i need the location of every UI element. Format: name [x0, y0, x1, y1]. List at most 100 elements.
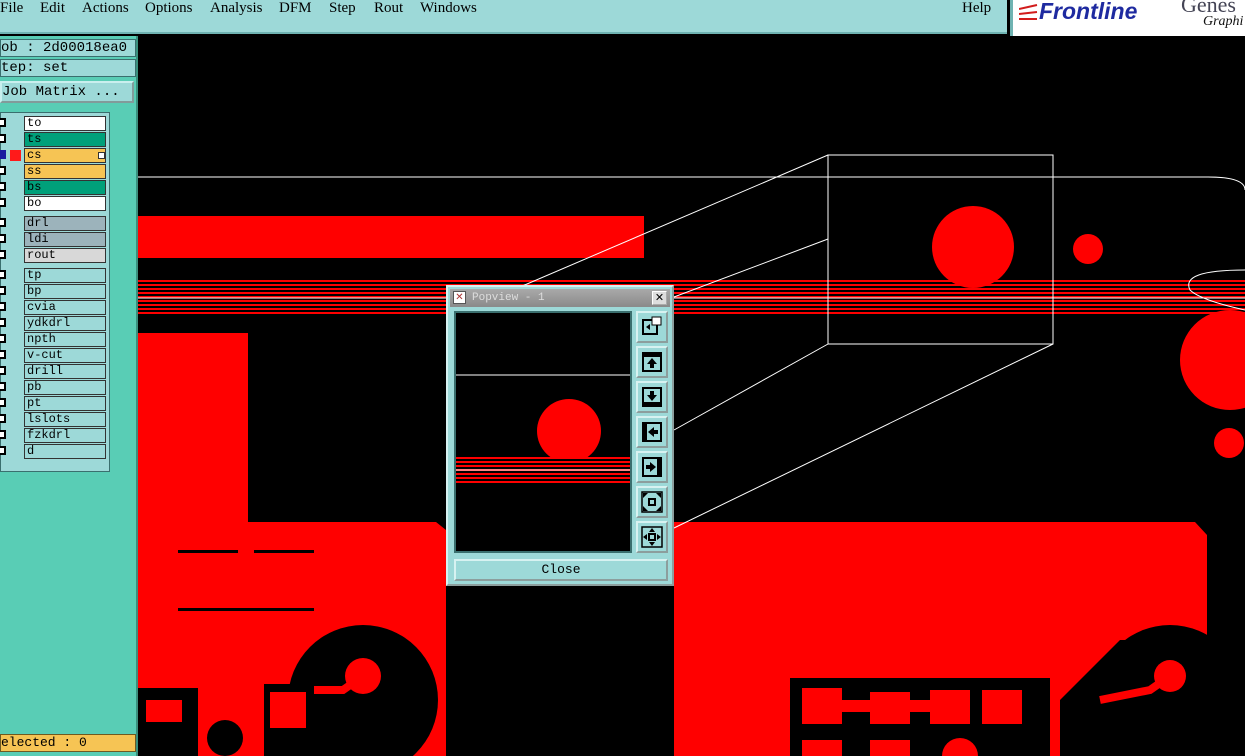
layer-row-pt[interactable]: pt: [0, 396, 109, 411]
layer-checkbox[interactable]: [0, 302, 6, 311]
layer-checkbox[interactable]: [0, 150, 6, 159]
close-icon[interactable]: ✕: [652, 291, 667, 305]
layer-row-lslots[interactable]: lslots: [0, 412, 109, 427]
hatched-trace: [138, 280, 1245, 314]
popview-canvas[interactable]: [454, 311, 632, 553]
layer-checkbox[interactable]: [0, 182, 6, 191]
layer-row-bp[interactable]: bp: [0, 284, 109, 299]
menu-help[interactable]: Help: [962, 0, 991, 16]
layer-checkbox[interactable]: [0, 234, 6, 243]
close-button[interactable]: Close: [454, 559, 668, 581]
menu-analysis[interactable]: Analysis: [210, 0, 263, 16]
move-left-button[interactable]: [636, 416, 668, 448]
layer-checkbox[interactable]: [0, 318, 6, 327]
layer-options-icon[interactable]: [98, 152, 105, 159]
step-field: tep: set: [0, 59, 136, 77]
layer-checkbox[interactable]: [0, 446, 6, 455]
layer-row-to[interactable]: to: [0, 116, 109, 131]
layer-list: to ts cs ss bs bo drl ldi rout tp bp cvia ydkdrl npth…: [0, 112, 110, 472]
layer-row-npth[interactable]: npth: [0, 332, 109, 347]
pad-small: [1073, 234, 1103, 264]
layer-row-pb[interactable]: pb: [0, 380, 109, 395]
active-layer-marker: [10, 150, 21, 161]
layer-row-d[interactable]: d: [0, 444, 109, 459]
layer-checkbox[interactable]: [0, 366, 6, 375]
layer-name: cvia: [24, 300, 106, 315]
layer-name: to: [24, 116, 106, 131]
layer-row-rout[interactable]: rout: [0, 248, 109, 263]
layer-row-ss[interactable]: ss: [0, 164, 109, 179]
layer-name: bp: [24, 284, 106, 299]
layer-row-drl[interactable]: drl: [0, 216, 109, 231]
layer-checkbox[interactable]: [0, 198, 6, 207]
layer-checkbox[interactable]: [0, 134, 6, 143]
layer-checkbox[interactable]: [0, 430, 6, 439]
layer-row-bo[interactable]: bo: [0, 196, 109, 211]
layer-name: drl: [24, 216, 106, 231]
menu-rout[interactable]: Rout: [374, 0, 403, 16]
layer-row-fzkdrl[interactable]: fzkdrl: [0, 428, 109, 443]
pad-large: [932, 206, 1014, 288]
menu-actions[interactable]: Actions: [82, 0, 129, 16]
layer-checkbox[interactable]: [0, 350, 6, 359]
menu-file[interactable]: File: [0, 0, 23, 16]
layer-name: cs: [24, 148, 106, 163]
layer-name: v-cut: [24, 348, 106, 363]
layer-name: ts: [24, 132, 106, 147]
layer-name: rout: [24, 248, 106, 263]
layer-name: pt: [24, 396, 106, 411]
menu-windows[interactable]: Windows: [420, 0, 477, 16]
menu-dfm[interactable]: DFM: [279, 0, 312, 16]
popview-title: Popview - 1: [472, 292, 545, 304]
layer-name: pb: [24, 380, 106, 395]
layer-name: npth: [24, 332, 106, 347]
layer-row-tp[interactable]: tp: [0, 268, 109, 283]
layer-row-cs[interactable]: cs: [0, 148, 109, 163]
layer-checkbox[interactable]: [0, 382, 6, 391]
layer-checkbox[interactable]: [0, 270, 6, 279]
layer-name: tp: [24, 268, 106, 283]
layer-row-ydkdrl[interactable]: ydkdrl: [0, 316, 109, 331]
zoom-home-button[interactable]: [636, 311, 668, 343]
layer-checkbox[interactable]: [0, 250, 6, 259]
copper-top-bar: [138, 216, 644, 258]
graphics-canvas[interactable]: [138, 36, 1245, 756]
layer-name: d: [24, 444, 106, 459]
zoom-out-button[interactable]: [636, 486, 668, 518]
layer-checkbox[interactable]: [0, 166, 6, 175]
layer-checkbox[interactable]: [0, 286, 6, 295]
layer-row-bs[interactable]: bs: [0, 180, 109, 195]
window-menu-icon[interactable]: ✕: [453, 291, 466, 304]
brand-logo-text: Frontline: [1039, 0, 1138, 24]
layer-name: ldi: [24, 232, 106, 247]
selected-count: elected : 0: [0, 734, 136, 752]
menu-step[interactable]: Step: [329, 0, 356, 16]
zoom-in-button[interactable]: [636, 521, 668, 553]
zoom-home-icon: [642, 316, 662, 335]
layer-checkbox[interactable]: [0, 398, 6, 407]
move-left-icon: [642, 422, 662, 442]
move-up-button[interactable]: [636, 346, 668, 378]
layer-name: ss: [24, 164, 106, 179]
layer-row-v-cut[interactable]: v-cut: [0, 348, 109, 363]
move-right-button[interactable]: [636, 451, 668, 483]
layer-checkbox[interactable]: [0, 334, 6, 343]
menu-options[interactable]: Options: [145, 0, 193, 16]
brand-graphics: Graphi: [1203, 14, 1244, 29]
layer-row-ts[interactable]: ts: [0, 132, 109, 147]
popview-window: ✕ Popview - 1 ✕ Close: [446, 285, 674, 586]
layer-name: bo: [24, 196, 106, 211]
layer-row-ldi[interactable]: ldi: [0, 232, 109, 247]
layer-name: drill: [24, 364, 106, 379]
job-matrix-button[interactable]: Job Matrix ...: [0, 81, 134, 103]
popview-titlebar[interactable]: ✕ Popview - 1 ✕: [450, 289, 670, 307]
brand-area: Frontline Genes Graphi: [1010, 0, 1245, 36]
layer-checkbox[interactable]: [0, 118, 6, 127]
layer-row-cvia[interactable]: cvia: [0, 300, 109, 315]
menu-edit[interactable]: Edit: [40, 0, 65, 16]
layer-name: lslots: [24, 412, 106, 427]
layer-row-drill[interactable]: drill: [0, 364, 109, 379]
move-down-button[interactable]: [636, 381, 668, 413]
layer-checkbox[interactable]: [0, 414, 6, 423]
layer-checkbox[interactable]: [0, 218, 6, 227]
